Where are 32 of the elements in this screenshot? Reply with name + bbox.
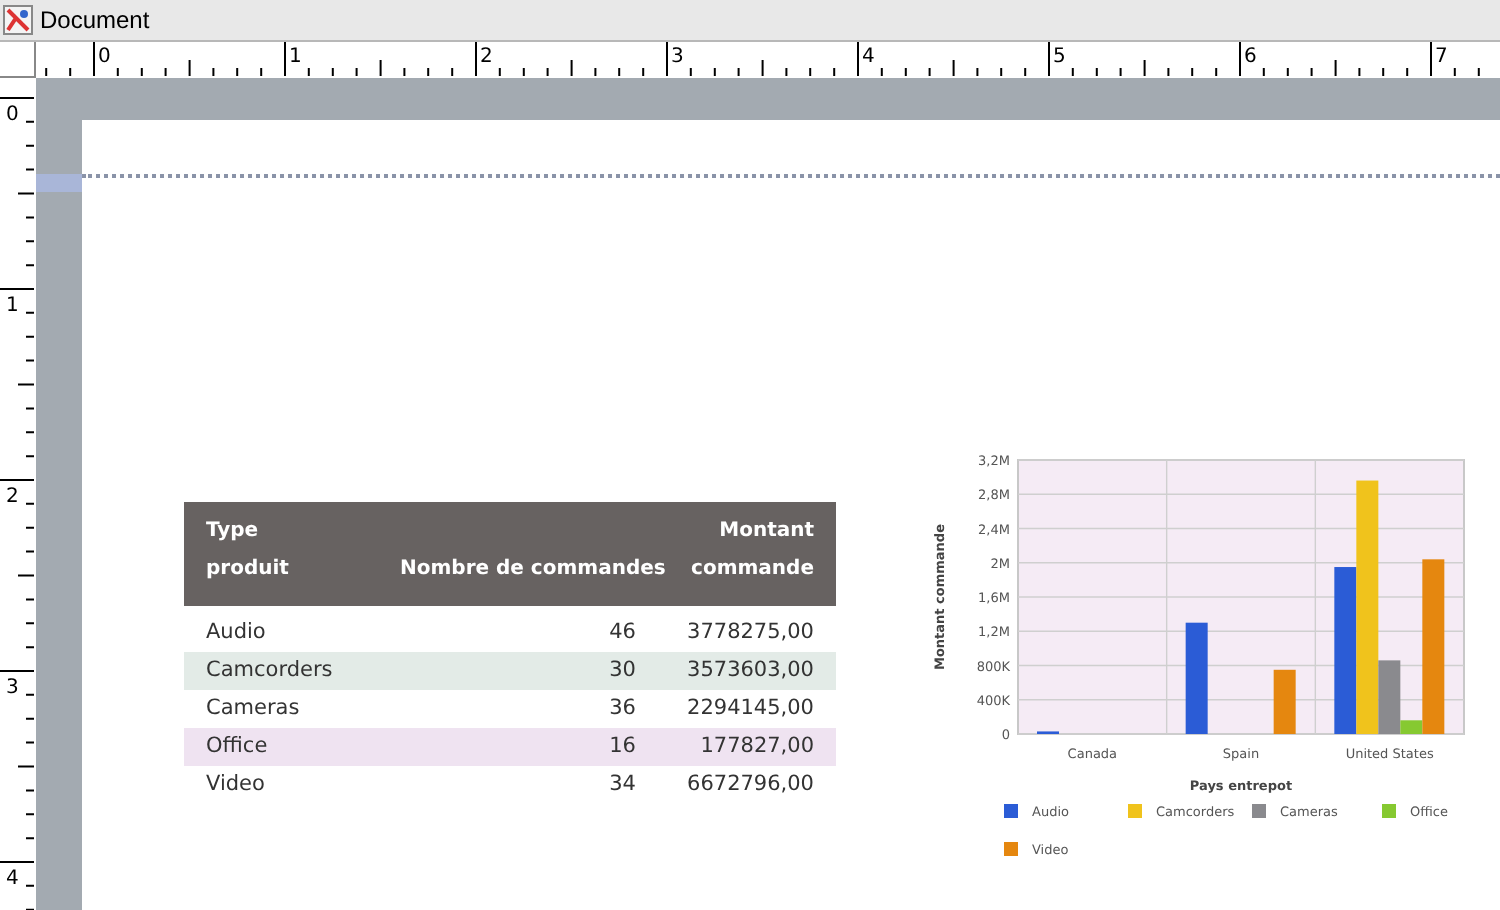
ruler-label: 4 — [862, 46, 875, 68]
table-cell-text: Camcorders — [204, 656, 335, 686]
ruler-label: 2 — [6, 486, 19, 508]
table-cell-text: Cameras — [204, 694, 302, 724]
section-marker — [36, 174, 82, 192]
window-title: Document — [40, 6, 150, 34]
ruler-label: 5 — [1053, 46, 1066, 68]
table-cell-text: 2294145,00 — [685, 694, 816, 724]
column-header: Montant commande — [689, 518, 816, 584]
ruler-label: 4 — [6, 868, 19, 890]
table-cell-text: 3778275,00 — [685, 618, 816, 648]
table-cell-text: 46 — [607, 618, 638, 648]
ruler-label: 3 — [6, 677, 19, 699]
table-cell-text: Office — [204, 732, 270, 762]
table-cell-text: 30 — [607, 656, 638, 686]
table-cell-text: 6672796,00 — [685, 770, 816, 800]
ruler-label: 1 — [289, 46, 302, 68]
table-cell-text: 177827,00 — [698, 732, 816, 762]
ruler-label: 2 — [480, 46, 493, 68]
ruler-label: 7 — [1435, 46, 1448, 68]
table-cell-text: 34 — [607, 770, 638, 800]
table-cell-text: 16 — [607, 732, 638, 762]
ruler-label: 0 — [98, 46, 111, 68]
column-header: Type produit — [204, 518, 291, 584]
ruler-label: 0 — [6, 104, 19, 126]
ruler-label: 3 — [671, 46, 684, 68]
ruler-label: 6 — [1244, 46, 1257, 68]
table-cell-text: 36 — [607, 694, 638, 724]
table-cell-text: Video — [204, 770, 267, 800]
ruler-label: 1 — [6, 295, 19, 317]
table-cell-text: 3573603,00 — [685, 656, 816, 686]
table-cell-text: Audio — [204, 618, 268, 648]
